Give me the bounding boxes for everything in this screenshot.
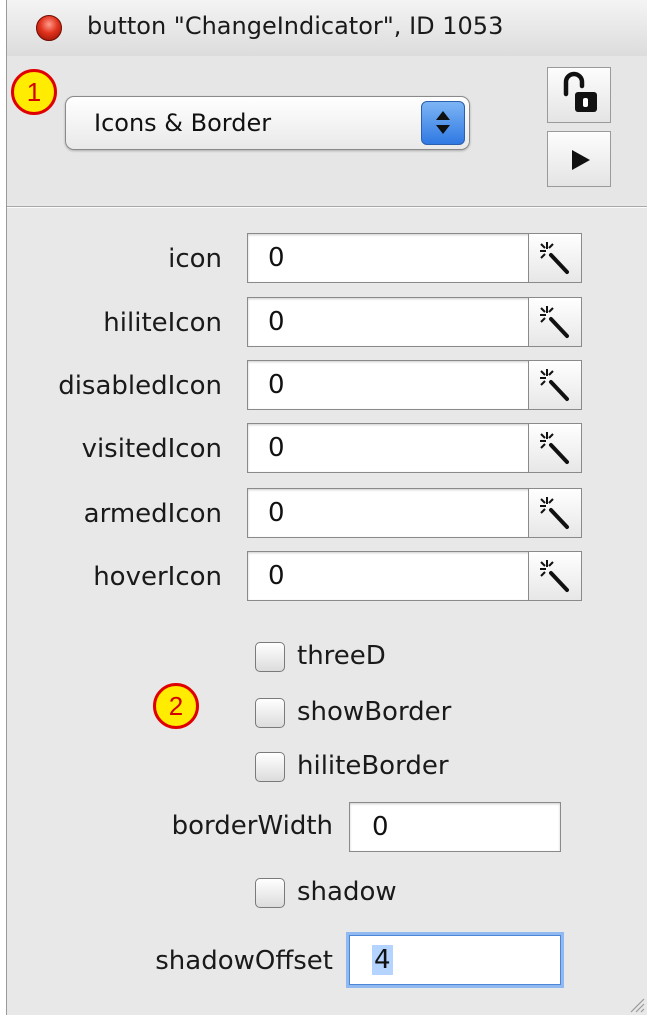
showBorder-checkbox[interactable]	[255, 698, 287, 730]
section-divider	[7, 206, 647, 208]
category-popup[interactable]: Icons & Border	[65, 96, 470, 150]
magic-wand-icon	[540, 242, 569, 274]
hoverIcon-field[interactable]: 0	[247, 551, 537, 601]
threeD-checkbox[interactable]	[255, 642, 287, 674]
shadowOffset-label: shadowOffset	[155, 946, 333, 976]
magic-wand-icon	[540, 497, 569, 529]
visitedIcon-label: visitedIcon	[81, 434, 222, 464]
hiliteBorder-checkbox[interactable]	[255, 752, 287, 784]
showBorder-label: showBorder	[297, 697, 452, 727]
window-title: button "ChangeIndicator", ID 1053	[87, 12, 504, 40]
shadowOffset-selected-value: 4	[372, 945, 393, 975]
hiliteIcon-label: hiliteIcon	[103, 308, 222, 338]
visitedIcon-wand-button[interactable]	[528, 423, 582, 473]
armedIcon-wand-button[interactable]	[528, 488, 582, 538]
magic-wand-icon	[540, 560, 569, 592]
disabledIcon-wand-button[interactable]	[528, 360, 582, 410]
borderWidth-label: borderWidth	[171, 811, 333, 841]
disabledIcon-label: disabledIcon	[58, 371, 222, 401]
callout-badge-1: 1	[11, 69, 57, 115]
resize-grip-icon[interactable]	[625, 993, 645, 1013]
icon-label: icon	[168, 244, 222, 274]
play-triangle-icon	[572, 150, 590, 170]
hiliteIcon-wand-button[interactable]	[528, 297, 582, 347]
visitedIcon-field[interactable]: 0	[247, 423, 537, 473]
icon-field[interactable]: 0	[247, 233, 537, 283]
icon-wand-button[interactable]	[528, 233, 582, 283]
callout-badge-2: 2	[153, 683, 199, 729]
header-panel: 1 Icons & Border	[7, 56, 647, 204]
magic-wand-icon	[540, 306, 569, 338]
magic-wand-icon	[540, 432, 569, 464]
lock-button[interactable]	[547, 67, 611, 123]
armedIcon-field[interactable]: 0	[247, 488, 537, 538]
magic-wand-icon	[540, 369, 569, 401]
close-button[interactable]	[36, 15, 62, 41]
hiliteBorder-label: hiliteBorder	[297, 751, 449, 781]
shadowOffset-field[interactable]: 4	[349, 935, 561, 985]
shadow-label: shadow	[297, 877, 397, 907]
shadow-checkbox[interactable]	[255, 878, 287, 910]
property-inspector-window: button "ChangeIndicator", ID 1053 1 Icon…	[6, 0, 647, 1015]
disabledIcon-field[interactable]: 0	[247, 360, 537, 410]
borderWidth-field[interactable]: 0	[349, 802, 561, 852]
popup-arrows-icon	[421, 101, 465, 145]
armedIcon-label: armedIcon	[83, 499, 222, 529]
hiliteIcon-field[interactable]: 0	[247, 297, 537, 347]
hoverIcon-wand-button[interactable]	[528, 551, 582, 601]
padlock-open-icon	[563, 71, 597, 112]
category-popup-value: Icons & Border	[94, 109, 272, 137]
threeD-label: threeD	[297, 641, 386, 671]
play-button[interactable]	[547, 131, 611, 187]
title-bar[interactable]: button "ChangeIndicator", ID 1053	[7, 0, 647, 57]
hoverIcon-label: hoverIcon	[93, 562, 222, 592]
